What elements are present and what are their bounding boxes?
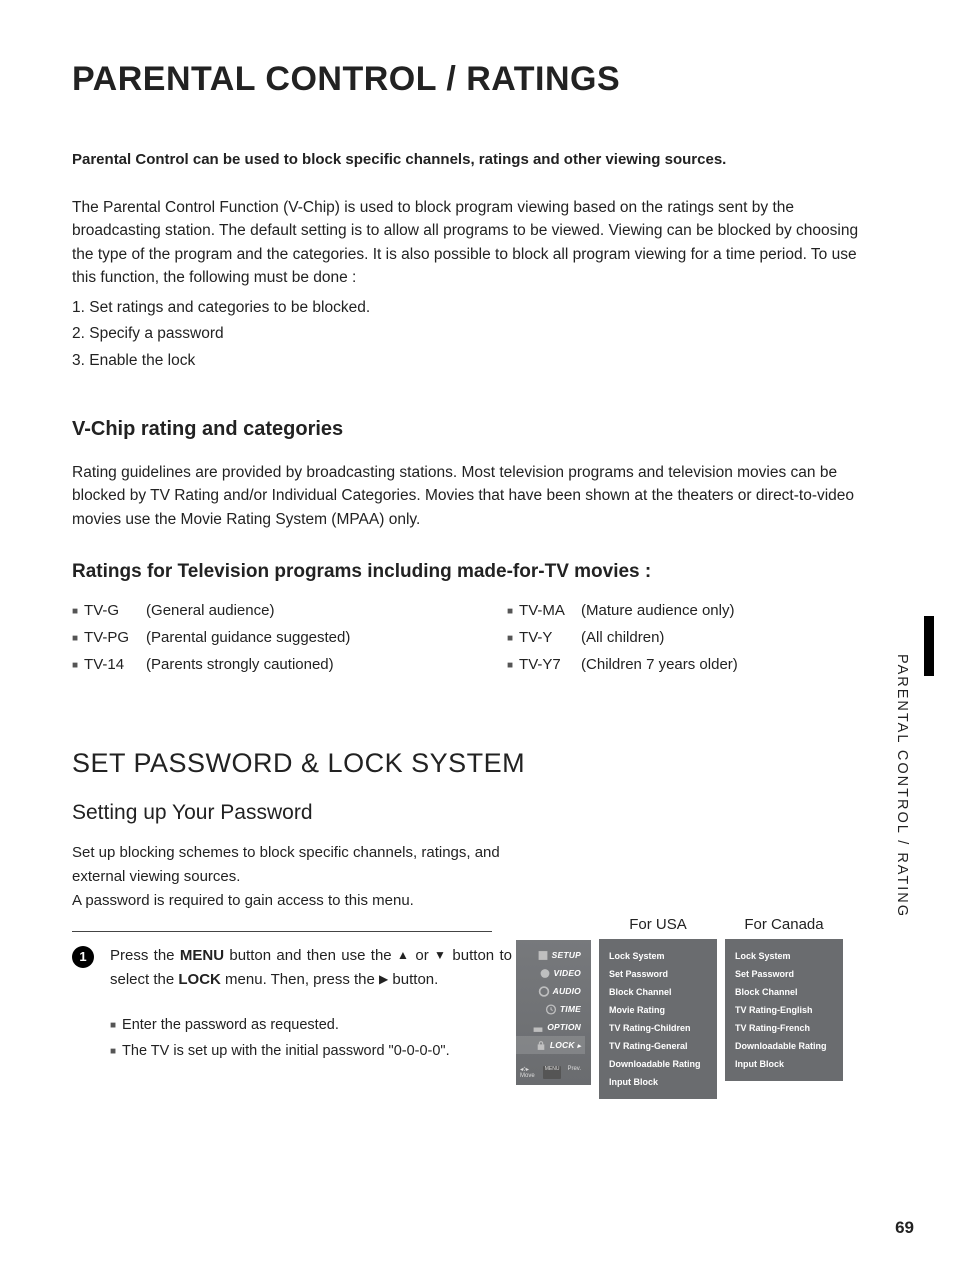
intro-steps: 1. Set ratings and categories to be bloc… [72,295,882,374]
setting-body: Set up blocking schemes to block specifi… [72,841,502,889]
time-icon [545,1004,557,1015]
setting-body-2: A password is required to gain access to… [72,889,502,913]
ratings-column-left: ■TV-G(General audience) ■TV-PG(Parental … [72,597,447,678]
osd-option-item: Lock System [609,947,707,965]
osd-menu-item: OPTION [516,1018,585,1036]
lead-paragraph: Parental Control can be used to block sp… [72,151,882,168]
down-arrow-icon: ▼ [434,948,447,962]
osd-menu-footer: ◂◊▸ Move MENUPrev. [516,1054,585,1083]
setup-icon [537,950,549,961]
intro-paragraph: The Parental Control Function (V-Chip) i… [72,196,882,289]
vchip-heading: V-Chip rating and categories [72,418,882,441]
osd-option-item: Set Password [735,965,833,983]
side-tab-text: PARENTAL CONTROL / RATING [894,654,910,918]
osd-option-item: Downloadable Rating [735,1037,833,1055]
right-arrow-icon: ▶ [379,972,388,986]
step-sub-line: ■Enter the password as requested. [110,1012,512,1038]
osd-option-item: TV Rating-French [735,1019,833,1037]
region-label-canada: For Canada [725,916,843,933]
osd-menu-item-active: LOCK ▸ [516,1036,585,1054]
osd-option-item: Block Channel [609,983,707,1001]
intro-step: 3. Enable the lock [72,348,882,374]
step-sub-line: ■The TV is set up with the initial passw… [110,1038,512,1064]
osd-menu-panel: SETUP VIDEO AUDIO TIME OPTION LOCK ▸ [516,940,591,1085]
option-icon [532,1022,544,1033]
lock-icon [535,1040,547,1051]
osd-option-item: Lock System [735,947,833,965]
rating-row: ■TV-Y(All children) [507,624,882,651]
step-number-badge: 1 [72,946,94,968]
osd-option-item: TV Rating-English [735,1001,833,1019]
osd-option-item: Input Block [609,1073,707,1091]
osd-options-canada: Lock System Set Password Block Channel T… [725,939,843,1081]
osd-option-item: Block Channel [735,983,833,1001]
vchip-body: Rating guidelines are provided by broadc… [72,461,882,531]
ratings-heading: Ratings for Television programs includin… [72,561,882,583]
section2-title: SET PASSWORD & LOCK SYSTEM [72,748,882,779]
up-arrow-icon: ▲ [397,948,410,962]
page-title: PARENTAL CONTROL / RATINGS [72,60,882,99]
step-block: 1 Press the MENU button and then use the… [72,944,512,1064]
osd-option-item: Movie Rating [609,1001,707,1019]
ratings-grid: ■TV-G(General audience) ■TV-PG(Parental … [72,597,882,678]
rating-row: ■TV-G(General audience) [72,597,447,624]
osd-menu-item: AUDIO [516,982,585,1000]
osd-option-item: Input Block [735,1055,833,1073]
rating-row: ■TV-14(Parents strongly cautioned) [72,651,447,678]
region-label-usa: For USA [599,916,717,933]
side-tab: PARENTAL CONTROL / RATING [892,616,916,946]
osd-menu-item: VIDEO [516,964,585,982]
rating-row: ■TV-MA(Mature audience only) [507,597,882,624]
page-number: 69 [895,1218,914,1238]
osd-option-item: TV Rating-Children [609,1019,707,1037]
osd-option-item: TV Rating-General [609,1037,707,1055]
osd-option-item: Set Password [609,965,707,983]
osd-screenshots: SETUP VIDEO AUDIO TIME OPTION LOCK ▸ [516,916,843,1099]
step-text: Press the MENU button and then use the ▲… [110,944,512,1064]
intro-step: 2. Specify a password [72,321,882,347]
setting-title: Setting up Your Password [72,801,882,825]
audio-icon [538,986,550,997]
rating-row: ■TV-PG(Parental guidance suggested) [72,624,447,651]
ratings-column-right: ■TV-MA(Mature audience only) ■TV-Y(All c… [507,597,882,678]
osd-menu-item: SETUP [516,946,585,964]
rating-row: ■TV-Y7(Children 7 years older) [507,651,882,678]
osd-options-usa: Lock System Set Password Block Channel M… [599,939,717,1099]
video-icon [539,968,551,979]
divider [72,931,492,932]
osd-option-item: Downloadable Rating [609,1055,707,1073]
intro-step: 1. Set ratings and categories to be bloc… [72,295,882,321]
osd-menu-item: TIME [516,1000,585,1018]
side-tab-marker [924,616,934,676]
